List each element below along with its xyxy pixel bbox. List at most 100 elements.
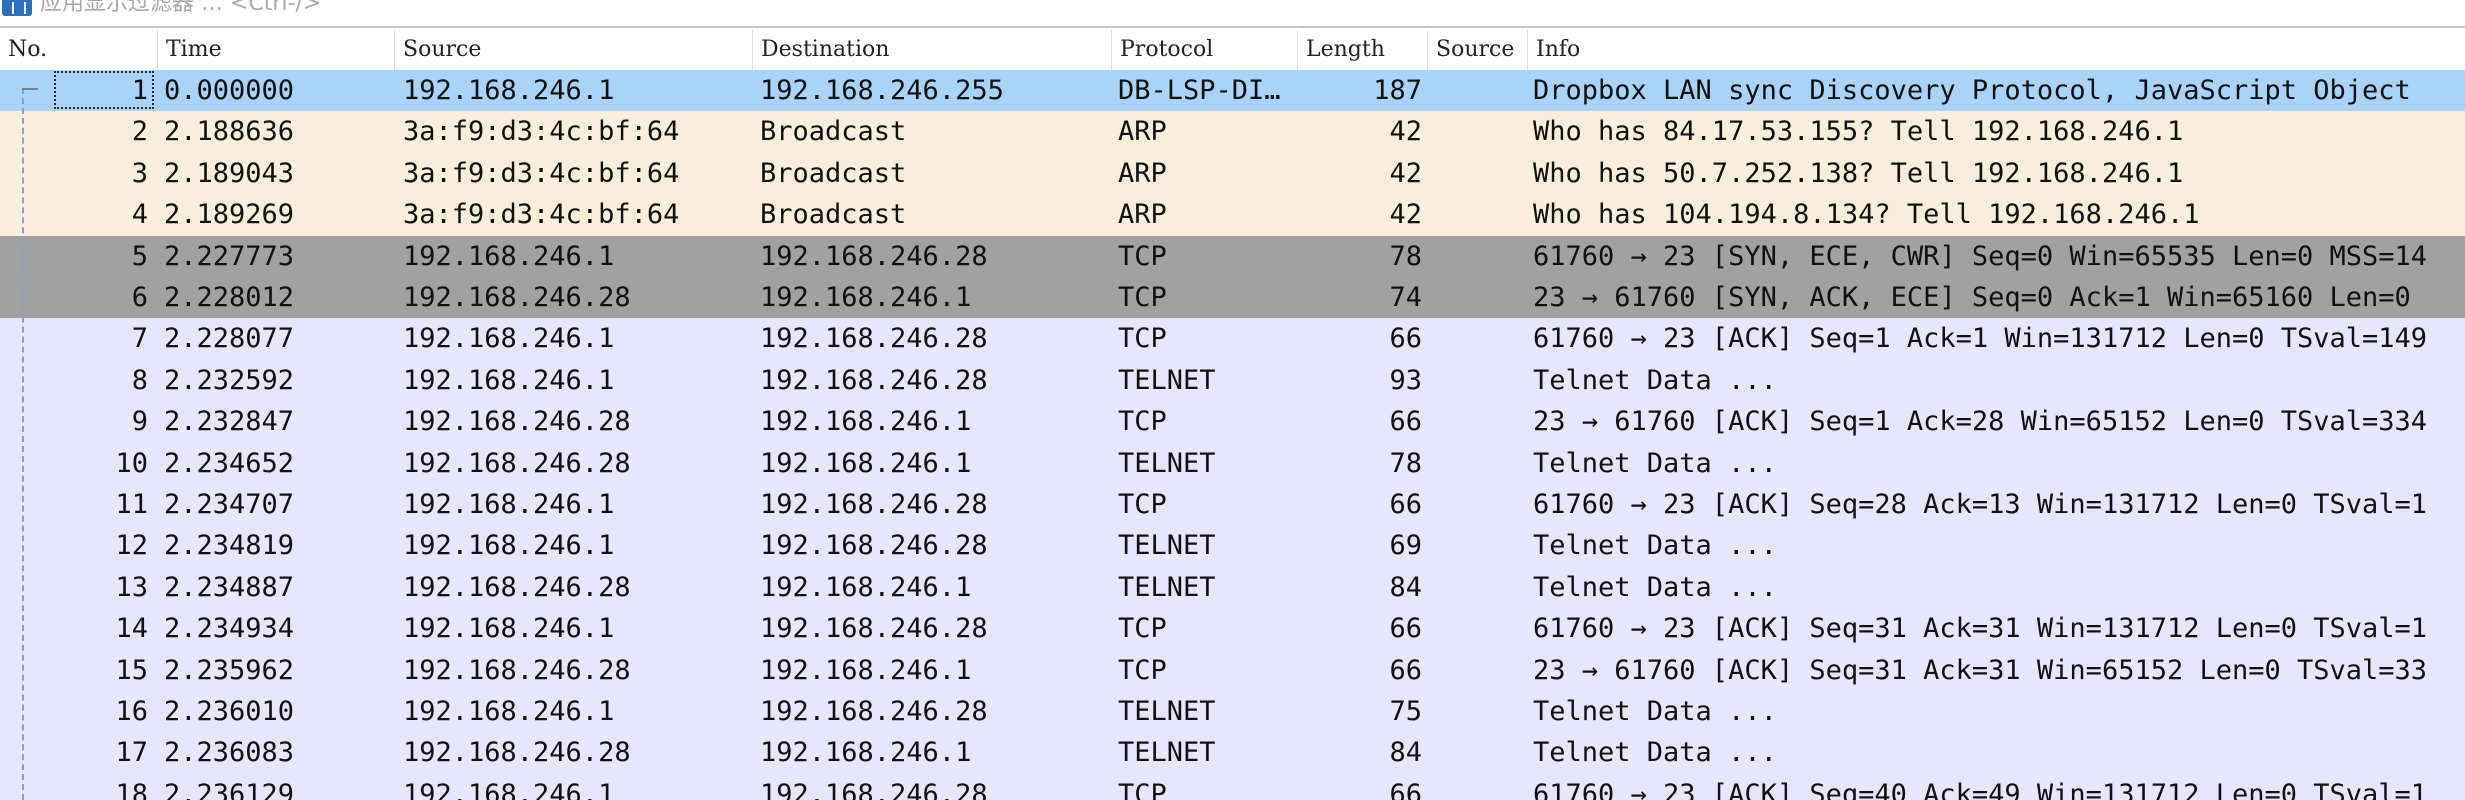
packet-cell-info: Who has 50.7.252.138? Tell 192.168.246.1: [1533, 157, 2184, 189]
packet-cell-length: 66: [1389, 406, 1422, 438]
packet-cell-destination: 192.168.246.255: [760, 75, 1004, 106]
packet-cell-source2: [1432, 318, 1524, 359]
packet-row[interactable]: 18 2.236129 192.168.246.1 192.168.246.28 TCP…: [0, 773, 2465, 800]
packet-cell-destination: 192.168.246.28: [760, 240, 988, 272]
packet-cell-length: 74: [1389, 282, 1422, 313]
packet-cell-source: 192.168.246.28: [403, 654, 631, 686]
packet-cell-protocol: DB-LSP-DI…: [1118, 75, 1281, 106]
bookmark-filter-icon[interactable]: [2, 0, 32, 16]
packet-row[interactable]: 6 2.228012 192.168.246.28 192.168.246.1 TCP 7…: [0, 277, 2465, 319]
packet-cell-protocol: TELNET: [1118, 571, 1216, 603]
packet-cell-source: 192.168.246.28: [403, 571, 631, 603]
display-filter-bar: [0, 0, 2465, 28]
packet-cell-source: 192.168.246.1: [403, 364, 615, 396]
packet-cell-destination: 192.168.246.28: [760, 489, 988, 520]
column-header-destination[interactable]: Destination: [753, 30, 1112, 70]
packet-cell-destination: 192.168.246.1: [760, 571, 972, 603]
packet-cell-source2: [1432, 153, 1524, 194]
packet-row[interactable]: 1 0.000000 192.168.246.1 192.168.246.255 DB-…: [0, 70, 2465, 112]
packet-cell-length: 69: [1389, 530, 1422, 562]
packet-cell-length: 75: [1389, 696, 1422, 727]
packet-cell-source: 192.168.246.1: [403, 323, 615, 355]
packet-row[interactable]: 14 2.234934 192.168.246.1 192.168.246.28 TCP…: [0, 608, 2465, 650]
packet-cell-time: 2.189269: [164, 199, 295, 231]
packet-cell-source: 192.168.246.28: [403, 737, 631, 769]
packet-cell-time: 2.235962: [164, 654, 295, 686]
packet-row[interactable]: 12 2.234819 192.168.246.1 192.168.246.28 TEL…: [0, 525, 2465, 567]
packet-row[interactable]: 11 2.234707 192.168.246.1 192.168.246.28 TCP…: [0, 484, 2465, 526]
packet-cell-destination: 192.168.246.1: [760, 654, 972, 686]
packet-cell-protocol: TCP: [1118, 489, 1167, 520]
packet-row[interactable]: 10 2.234652 192.168.246.28 192.168.246.1 TEL…: [0, 442, 2465, 484]
packet-cell-time: 2.234707: [164, 489, 295, 520]
packet-cell-source2: [1432, 732, 1524, 773]
packet-cell-source: 192.168.246.1: [403, 489, 615, 520]
packet-row[interactable]: 17 2.236083 192.168.246.28 192.168.246.1 TEL…: [0, 732, 2465, 774]
packet-cell-source2: [1432, 774, 1524, 800]
packet-cell-destination: Broadcast: [760, 116, 907, 148]
packet-cell-length: 66: [1389, 613, 1422, 645]
packet-cell-time: 2.228077: [164, 323, 295, 355]
packet-cell-source: 192.168.246.1: [403, 696, 615, 727]
packet-row[interactable]: 2 2.188636 3a:f9:d3:4c:bf:64 Broadcast ARP 42…: [0, 111, 2465, 153]
display-filter-input[interactable]: [40, 0, 2440, 16]
column-header-time[interactable]: Time: [158, 30, 395, 70]
packet-row[interactable]: 7 2.228077 192.168.246.1 192.168.246.28 TCP 6…: [0, 318, 2465, 360]
packet-cell-source2: [1432, 567, 1524, 608]
packet-cell-source2: [1432, 70, 1524, 111]
packet-cell-protocol: TCP: [1118, 282, 1167, 313]
packet-cell-destination: 192.168.246.1: [760, 406, 972, 438]
packet-list: 1 0.000000 192.168.246.1 192.168.246.255 DB-…: [0, 70, 2465, 800]
packet-cell-length: 66: [1389, 654, 1422, 686]
packet-cell-source: 192.168.246.1: [403, 240, 615, 272]
packet-cell-protocol: TCP: [1118, 778, 1167, 800]
packet-row[interactable]: 9 2.232847 192.168.246.28 192.168.246.1 TCP 6…: [0, 401, 2465, 443]
packet-cell-destination: Broadcast: [760, 199, 907, 231]
packet-cell-length: 66: [1389, 489, 1422, 520]
packet-row[interactable]: 15 2.235962 192.168.246.28 192.168.246.1 TCP…: [0, 649, 2465, 691]
column-header-info[interactable]: Info: [1528, 30, 2465, 70]
packet-cell-time: 2.234887: [164, 571, 295, 603]
column-header-protocol[interactable]: Protocol: [1112, 30, 1298, 70]
packet-cell-length: 84: [1389, 571, 1422, 603]
packet-cell-protocol: TCP: [1118, 613, 1167, 645]
packet-cell-time: 2.236010: [164, 696, 295, 727]
packet-cell-length: 84: [1389, 737, 1422, 769]
packet-row[interactable]: 4 2.189269 3a:f9:d3:4c:bf:64 Broadcast ARP 42…: [0, 194, 2465, 236]
packet-cell-destination: 192.168.246.28: [760, 696, 988, 727]
packet-cell-info: Dropbox LAN sync Discovery Protocol, Jav…: [1533, 75, 2411, 106]
packet-cell-destination: 192.168.246.28: [760, 778, 988, 800]
packet-cell-source: 192.168.246.1: [403, 530, 615, 562]
packet-row[interactable]: 13 2.234887 192.168.246.28 192.168.246.1 TEL…: [0, 566, 2465, 609]
packet-cell-info: 61760 → 23 [ACK] Seq=40 Ack=49 Win=13171…: [1533, 778, 2428, 800]
packet-cell-destination: 192.168.246.28: [760, 323, 988, 355]
packet-cell-protocol: ARP: [1118, 199, 1167, 231]
packet-row[interactable]: 5 2.227773 192.168.246.1 192.168.246.28 TCP 7…: [0, 235, 2465, 277]
packet-cell-time: 2.234819: [164, 530, 295, 562]
column-header-no[interactable]: No.: [0, 30, 158, 70]
packet-cell-destination: 192.168.246.28: [760, 613, 988, 645]
packet-cell-protocol: TELNET: [1118, 364, 1216, 396]
packet-row[interactable]: 16 2.236010 192.168.246.1 192.168.246.28 TEL…: [0, 691, 2465, 733]
packet-cell-time: 2.234652: [164, 447, 295, 479]
packet-cell-destination: 192.168.246.1: [760, 737, 972, 769]
column-header-source[interactable]: Source: [395, 30, 753, 70]
packet-cell-destination: Broadcast: [760, 157, 907, 189]
packet-cell-source2: [1432, 401, 1524, 442]
packet-cell-info: Telnet Data ...: [1533, 696, 1777, 727]
packet-cell-length: 66: [1389, 323, 1422, 355]
packet-cell-time: 2.228012: [164, 282, 295, 313]
column-header-source-2[interactable]: Source: [1428, 30, 1528, 70]
packet-cell-time: 2.189043: [164, 157, 295, 189]
packet-cell-time: 2.227773: [164, 240, 295, 272]
column-header-length[interactable]: Length: [1298, 30, 1428, 70]
packet-cell-source: 3a:f9:d3:4c:bf:64: [403, 116, 680, 148]
packet-row[interactable]: 8 2.232592 192.168.246.1 192.168.246.28 TELN…: [0, 359, 2465, 402]
packet-cell-info: Telnet Data ...: [1533, 530, 1777, 562]
packet-cell-source: 192.168.246.28: [403, 282, 631, 313]
packet-cell-source2: [1432, 236, 1524, 277]
packet-row[interactable]: 3 2.189043 3a:f9:d3:4c:bf:64 Broadcast ARP 42…: [0, 152, 2465, 195]
packet-cell-time: 0.000000: [164, 75, 295, 106]
packet-cell-time: 2.236083: [164, 737, 295, 769]
packet-cell-info: 61760 → 23 [SYN, ECE, CWR] Seq=0 Win=655…: [1533, 240, 2428, 272]
